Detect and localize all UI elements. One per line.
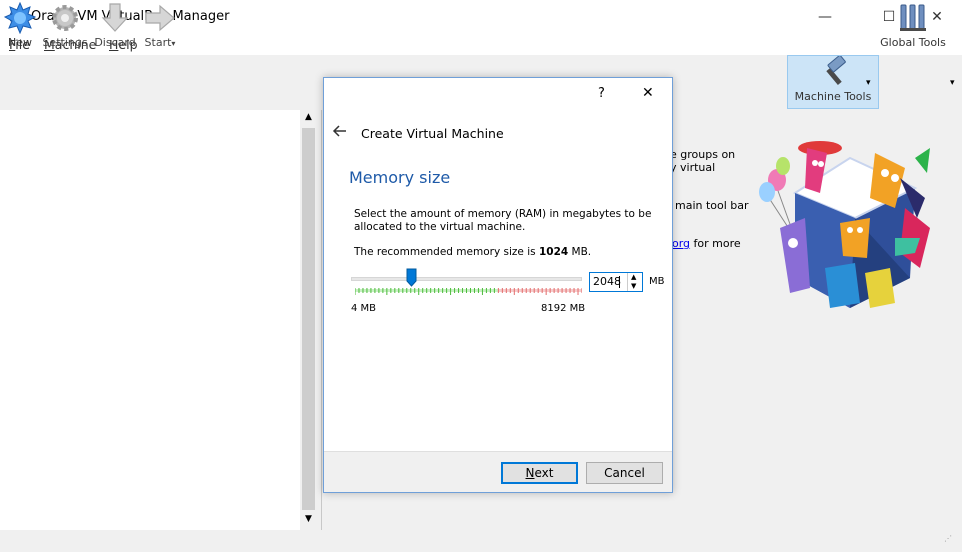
scroll-thumb[interactable] [302, 128, 315, 510]
machine-tools-dropdown-icon[interactable]: ▾ [866, 78, 871, 88]
settings-button-label: Settings [42, 36, 88, 49]
cancel-button-label: Cancel [604, 466, 645, 480]
start-arrow-right-icon [145, 4, 175, 32]
memory-size-spinbox[interactable]: 2048 ▲ ▼ [589, 272, 643, 292]
new-star-icon [4, 2, 36, 34]
machine-tools-label: Machine Tools [794, 90, 872, 103]
discard-arrow-down-icon [101, 3, 129, 32]
virtualbox-mascot-illustration [759, 141, 930, 308]
welcome-text-4: org for more [672, 237, 741, 250]
new-button-label: New [8, 36, 32, 49]
memory-min-label: 4 MB [351, 303, 377, 314]
start-button-label: Start▾ [145, 36, 176, 49]
global-tools-label: Global Tools [880, 36, 946, 49]
text-caret [619, 276, 620, 288]
hammer-icon [826, 56, 846, 85]
global-tools-button[interactable]: Global Tools [880, 2, 946, 54]
memory-range-ticks [355, 288, 582, 295]
global-tools-icon [900, 4, 926, 31]
memory-size-input[interactable]: 2048 [593, 275, 621, 288]
start-dropdown-icon: ▾ [171, 39, 176, 48]
discard-button-label: Discard [94, 36, 136, 49]
dialog-titlebar[interactable]: ? ✕ [324, 78, 672, 111]
cancel-button[interactable]: Cancel [586, 462, 663, 484]
back-arrow-icon[interactable] [332, 125, 348, 137]
description-line-1: Select the amount of memory (RAM) in meg… [354, 208, 652, 220]
next-button-label: ext [534, 466, 554, 480]
dialog-close-icon[interactable]: ✕ [642, 85, 654, 101]
spinbox-buttons: ▲ ▼ [627, 273, 642, 291]
memory-slider-handle[interactable] [406, 268, 417, 287]
description-line-2: allocated to the virtual machine. [354, 221, 526, 233]
welcome-text-2: y virtual [670, 161, 716, 174]
minimize-button[interactable]: — [802, 0, 848, 34]
recommended-prefix: The recommended memory size is [354, 246, 539, 258]
scroll-up-icon[interactable]: ▲ [302, 112, 315, 122]
memory-slider-track[interactable] [351, 277, 582, 281]
scroll-down-icon[interactable]: ▼ [302, 514, 315, 524]
wizard-title: Create Virtual Machine [361, 126, 504, 141]
vm-list[interactable] [0, 110, 300, 530]
dialog-footer: Next Cancel [324, 451, 672, 492]
spin-up-icon[interactable]: ▲ [631, 273, 636, 281]
welcome-text-3: main tool bar [675, 199, 749, 212]
discard-button[interactable]: Discard [94, 2, 136, 54]
page-heading: Memory size [349, 168, 451, 187]
memory-unit-label: MB [649, 276, 665, 287]
new-button[interactable]: New [3, 2, 37, 54]
gear-icon [52, 5, 78, 31]
virtualbox-website-link[interactable]: org [672, 237, 690, 250]
start-button-text: Start [144, 36, 172, 49]
recommended-value: 1024 [538, 246, 569, 258]
welcome-text-4-rest: for more [690, 237, 741, 250]
help-button[interactable]: ? [598, 86, 605, 101]
recommended-suffix: MB. [568, 246, 592, 258]
spin-down-icon[interactable]: ▼ [631, 282, 636, 290]
next-mnemonic: N [525, 466, 535, 480]
recommended-memory-text: The recommended memory size is 1024 MB. [354, 246, 591, 258]
size-grip-icon[interactable]: ⋰ [944, 535, 958, 550]
start-button[interactable]: Start▾ [142, 2, 178, 54]
global-tools-dropdown-icon[interactable]: ▾ [950, 78, 955, 88]
minimize-icon: — [818, 9, 832, 25]
next-button[interactable]: Next [501, 462, 578, 484]
memory-max-label: 8192 MB [541, 303, 586, 314]
settings-button[interactable]: Settings [42, 2, 88, 54]
welcome-text-1: e groups on [670, 148, 736, 161]
status-bar [0, 530, 962, 552]
create-vm-dialog: ? ✕ Create Virtual Machine Memory size S… [323, 77, 673, 493]
